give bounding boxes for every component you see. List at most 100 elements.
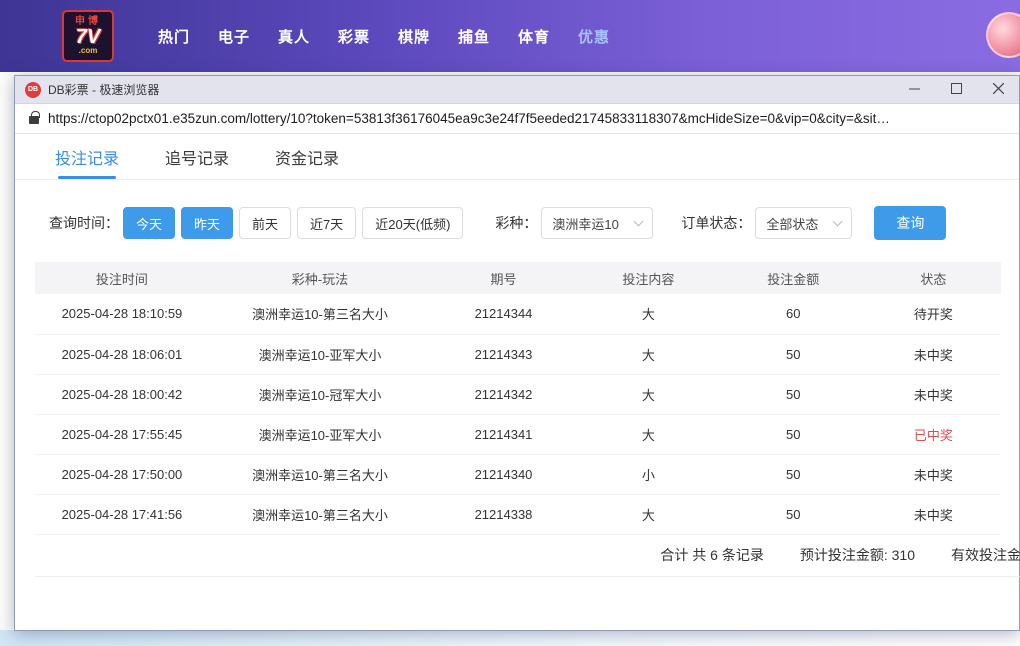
content-cell: 大 — [575, 414, 721, 455]
lottery-select-value: 澳洲幸运10 — [552, 216, 619, 232]
column-header: 状态 — [920, 271, 947, 287]
table-row: 2025-04-28 18:10:59 澳洲幸运10-第三名大小 21214344 大… — [35, 294, 1001, 335]
time-filter-label: 查询时间： — [49, 215, 119, 231]
user-avatar[interactable] — [986, 12, 1020, 58]
window-controls — [893, 76, 1019, 103]
desktop-bottom-strip — [0, 630, 1020, 646]
tab-3[interactable]: 资金记录 — [275, 134, 339, 179]
issue-cell: 21214342 — [431, 374, 576, 415]
time-cell: 2025-04-28 17:41:56 — [35, 494, 209, 535]
chevron-down-icon — [633, 216, 644, 226]
status-cell: 未中奖 — [865, 494, 1001, 535]
column-header: 彩种-玩法 — [291, 271, 349, 287]
time-filter-2[interactable]: 昨天 — [181, 207, 234, 239]
game-cell: 澳洲幸运10-第三名大小 — [208, 294, 432, 335]
nav-item-7[interactable]: 体育 — [504, 26, 564, 47]
logo-brand-main: 7V — [75, 26, 101, 48]
window-title: DB彩票 - 极速浏览器 — [48, 83, 160, 97]
status-cell: 已中奖 — [865, 414, 1001, 455]
close-icon — [992, 81, 1004, 99]
top-nav: 热门 电子 真人 彩票 棋牌 捕鱼 体育 优惠 — [144, 26, 624, 47]
url-text[interactable]: https://ctop02pctx01.e35zun.com/lottery/… — [48, 111, 890, 126]
site-topbar: 申博 7V .com 热门 电子 真人 彩票 棋牌 捕鱼 体育 优惠 — [0, 0, 1020, 72]
amount-cell: 50 — [720, 454, 866, 495]
time-filter-3[interactable]: 前天 — [239, 207, 292, 239]
tab-2[interactable]: 追号记录 — [165, 134, 229, 179]
lock-icon — [29, 111, 40, 124]
browser-window: DB DB彩票 - 极速浏览器 https://ctop02pctx01.e35… — [14, 75, 1020, 631]
amount-cell: 50 — [720, 414, 866, 455]
minimize-button[interactable] — [893, 76, 935, 103]
search-button[interactable]: 查询 — [874, 206, 947, 240]
table-row: 2025-04-28 18:06:01 澳洲幸运10-亚军大小 21214343 大 5… — [35, 334, 1001, 375]
status-cell: 未中奖 — [865, 454, 1001, 495]
game-cell: 澳洲幸运10-第三名大小 — [208, 454, 432, 495]
status-cell: 未中奖 — [865, 334, 1001, 375]
summary-bar: 合计 共 6 条记录 预计投注金额: 310 有效投注金 — [35, 535, 1020, 577]
order-status-select[interactable]: 全部状态 — [755, 207, 853, 239]
lottery-select[interactable]: 澳洲幸运10 — [541, 207, 654, 239]
summary-total: 合计 共 6 条记录 — [660, 547, 764, 563]
nav-item-6[interactable]: 捕鱼 — [444, 26, 504, 47]
table-row: 2025-04-28 17:41:56 澳洲幸运10-第三名大小 21214338 大… — [35, 494, 1001, 535]
nav-item-8[interactable]: 优惠 — [564, 26, 624, 47]
column-header: 投注内容 — [622, 271, 675, 287]
order-status-label: 订单状态： — [681, 215, 752, 231]
time-filter-1[interactable]: 今天 — [123, 207, 176, 239]
url-bar[interactable]: https://ctop02pctx01.e35zun.com/lottery/… — [15, 104, 1019, 134]
summary-valid-amount: 有效投注金 — [951, 547, 1020, 563]
nav-item-5[interactable]: 棋牌 — [384, 26, 444, 47]
summary-expected-amount: 预计投注金额: 310 — [799, 547, 915, 563]
maximize-button[interactable] — [935, 76, 977, 103]
content-cell: 大 — [575, 334, 721, 375]
minimize-icon — [908, 81, 920, 99]
maximize-icon — [950, 81, 962, 99]
time-filter-4[interactable]: 近7天 — [297, 207, 357, 239]
order-status-value: 全部状态 — [766, 216, 819, 232]
table-row: 2025-04-28 17:55:45 澳洲幸运10-亚军大小 21214341 大 5… — [35, 414, 1001, 455]
lottery-filter-label: 彩种： — [495, 215, 538, 231]
status-cell: 待开奖 — [865, 294, 1001, 335]
filter-bar: 查询时间： 今天 昨天 前天 近7天 近20天(低频) 彩种： 澳洲幸运10 订单状态：… — [49, 206, 1019, 240]
time-cell: 2025-04-28 18:10:59 — [35, 294, 209, 335]
tab-bar: 投注记录 追号记录 资金记录 — [15, 134, 1019, 180]
column-header: 投注金额 — [767, 271, 820, 287]
issue-cell: 21214343 — [431, 334, 576, 375]
content-cell: 大 — [575, 374, 721, 415]
bet-records-table: 投注时间 彩种-玩法 期号 投注内容 投注金额 状态 2025-04-28 18:10:5… — [35, 262, 1001, 535]
table-row: 2025-04-28 18:00:42 澳洲幸运10-冠军大小 21214342 大 5… — [35, 374, 1001, 415]
time-cell: 2025-04-28 18:00:42 — [35, 374, 209, 415]
time-cell: 2025-04-28 17:50:00 — [35, 454, 209, 495]
time-cell: 2025-04-28 18:06:01 — [35, 334, 209, 375]
issue-cell: 21214338 — [431, 494, 576, 535]
window-app-icon: DB — [25, 81, 41, 98]
game-cell: 澳洲幸运10-亚军大小 — [208, 414, 432, 455]
window-titlebar[interactable]: DB DB彩票 - 极速浏览器 — [15, 76, 1019, 104]
issue-cell: 21214344 — [431, 294, 576, 335]
logo-brand-sub: .com — [78, 46, 98, 55]
tab-1[interactable]: 投注记录 — [55, 134, 119, 179]
status-cell: 未中奖 — [865, 374, 1001, 415]
table-row: 2025-04-28 17:50:00 澳洲幸运10-第三名大小 21214340 小… — [35, 454, 1001, 495]
column-header: 投注时间 — [95, 271, 148, 287]
issue-cell: 21214340 — [431, 454, 576, 495]
nav-item-3[interactable]: 真人 — [264, 26, 324, 47]
close-button[interactable] — [977, 76, 1019, 103]
time-filter-5[interactable]: 近20天(低频) — [362, 207, 464, 239]
content-cell: 小 — [575, 454, 721, 495]
content-cell: 大 — [575, 494, 721, 535]
time-filter-group: 今天 昨天 前天 近7天 近20天(低频) — [123, 207, 469, 239]
amount-cell: 50 — [720, 334, 866, 375]
amount-cell: 60 — [720, 294, 866, 335]
content-cell: 大 — [575, 294, 721, 335]
site-logo[interactable]: 申博 7V .com — [62, 10, 114, 62]
amount-cell: 50 — [720, 494, 866, 535]
table-header-row: 投注时间 彩种-玩法 期号 投注内容 投注金额 状态 — [35, 262, 1001, 294]
game-cell: 澳洲幸运10-第三名大小 — [208, 494, 432, 535]
game-cell: 澳洲幸运10-亚军大小 — [208, 334, 432, 375]
nav-item-1[interactable]: 热门 — [144, 26, 204, 47]
nav-item-4[interactable]: 彩票 — [324, 26, 384, 47]
time-cell: 2025-04-28 17:55:45 — [35, 414, 209, 455]
issue-cell: 21214341 — [431, 414, 576, 455]
nav-item-2[interactable]: 电子 — [204, 26, 264, 47]
